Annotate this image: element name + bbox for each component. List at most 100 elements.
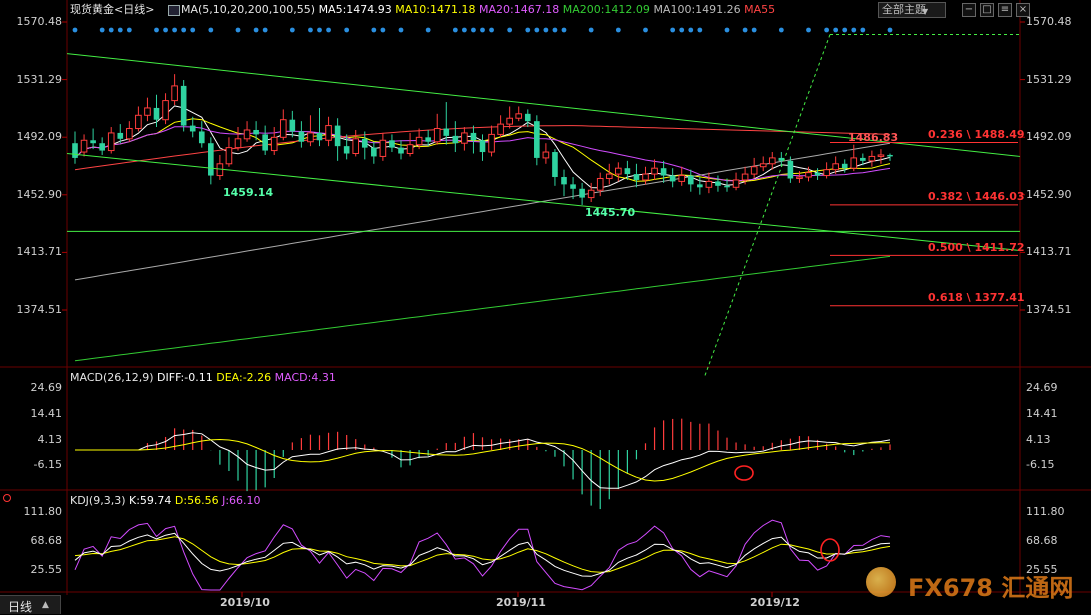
price-tick-right: 1570.48 bbox=[1026, 15, 1072, 28]
candle-body-down bbox=[343, 146, 350, 154]
signal-dot bbox=[824, 27, 830, 33]
candle-body-down bbox=[814, 172, 821, 176]
candle-body-up bbox=[642, 173, 649, 181]
candle-body-up bbox=[651, 167, 658, 175]
candle-body-up bbox=[750, 166, 758, 175]
candle-body-up bbox=[596, 177, 604, 191]
price-tick-left: 1452.90 bbox=[16, 187, 63, 201]
candle-body-down bbox=[90, 140, 96, 144]
x-axis-label: 2019/10 bbox=[220, 596, 270, 609]
signal-dot bbox=[289, 27, 295, 33]
candle-body-down bbox=[470, 132, 477, 141]
signal-dot bbox=[471, 27, 476, 33]
candle-body-down bbox=[389, 140, 395, 148]
candle-body-down bbox=[524, 113, 531, 122]
price-tick-left: 1413.71 bbox=[16, 245, 63, 259]
signal-dot bbox=[371, 27, 377, 33]
candle-body-up bbox=[877, 154, 885, 157]
signal-dot bbox=[552, 27, 558, 33]
signal-dot bbox=[480, 27, 485, 33]
candle-body-up bbox=[107, 132, 115, 152]
macd-dea: DEA:-2.26 bbox=[216, 371, 272, 384]
candle-body-up bbox=[80, 139, 88, 153]
signal-dot bbox=[117, 27, 123, 33]
macd-tick-right: 14.41 bbox=[1026, 406, 1058, 420]
candle-body-up bbox=[759, 163, 767, 168]
candle-body-down bbox=[72, 143, 78, 158]
candle-body-up bbox=[225, 147, 233, 165]
candle-body-down bbox=[99, 143, 105, 151]
candle-body-up bbox=[868, 155, 876, 162]
candle-body-down bbox=[334, 125, 341, 147]
candle-body-down bbox=[561, 177, 567, 185]
fib-label-0500: 0.500 \ 1411.72 bbox=[928, 241, 1025, 254]
candle-body-up bbox=[587, 189, 595, 199]
signal-dot bbox=[253, 27, 259, 33]
maximize-icon[interactable]: □ bbox=[980, 3, 994, 17]
candle-body-down bbox=[153, 107, 160, 120]
price-tick-right: 1374.51 bbox=[1026, 303, 1072, 316]
macd-value: MACD:4.31 bbox=[274, 371, 336, 384]
signal-dot bbox=[72, 27, 78, 33]
candle-body-down bbox=[262, 134, 268, 151]
candle-body-down bbox=[624, 168, 631, 175]
signal-dot bbox=[561, 27, 567, 33]
candle-body-down bbox=[361, 138, 368, 148]
candle-body-up bbox=[542, 151, 550, 159]
candle-body-down bbox=[117, 132, 124, 139]
signal-dot bbox=[308, 27, 313, 33]
candle-body-down bbox=[660, 168, 667, 176]
price-tick-right: 1452.90 bbox=[1026, 187, 1072, 201]
candle-body-down bbox=[669, 175, 676, 182]
signal-dot bbox=[534, 27, 540, 33]
candle-body-up bbox=[144, 107, 151, 116]
settings-icon[interactable]: ≡ bbox=[998, 3, 1012, 17]
macd-tick-right: 24.69 bbox=[1026, 381, 1058, 395]
signal-dot bbox=[697, 27, 703, 33]
candle-body-up bbox=[307, 132, 314, 143]
candle-body-down bbox=[534, 121, 540, 158]
period-label[interactable]: <日线> bbox=[114, 3, 154, 16]
chevron-down-icon[interactable]: ▼ bbox=[922, 7, 928, 16]
pane-marker-icon[interactable] bbox=[3, 494, 11, 502]
instrument-title: 现货黄金 bbox=[70, 3, 114, 16]
kdj-tick-left: 111.80 bbox=[23, 504, 63, 518]
signal-dot bbox=[724, 27, 730, 33]
candle-body-down bbox=[371, 147, 377, 157]
candle-body-down bbox=[425, 137, 431, 142]
ma100-line bbox=[74, 142, 891, 281]
candle-body-down bbox=[298, 131, 305, 142]
indicator-icon[interactable] bbox=[168, 5, 180, 16]
signal-dot bbox=[398, 27, 404, 33]
macd-diff: DIFF:-0.11 bbox=[157, 371, 213, 384]
kdj-tick-right: 68.68 bbox=[1026, 533, 1058, 547]
price-tick-left: 1492.09 bbox=[16, 130, 63, 144]
macd-tick-left: 14.41 bbox=[30, 406, 63, 420]
candle-body-up bbox=[506, 117, 513, 125]
kdj-k-line bbox=[74, 532, 891, 577]
candle-body-down bbox=[208, 143, 214, 176]
signal-dot bbox=[208, 27, 214, 33]
candle-body-up bbox=[234, 138, 242, 149]
macd-tick-right: 4.13 bbox=[1026, 432, 1051, 446]
ma55-value: MA55 bbox=[744, 3, 776, 16]
theme-dropdown-button[interactable]: 全部主题 bbox=[878, 2, 946, 18]
period-tab[interactable]: 日线 ▲ bbox=[0, 595, 61, 614]
ma100-value: MA100:1491.26 bbox=[653, 3, 741, 16]
candle-body-up bbox=[243, 129, 251, 140]
signal-dot bbox=[425, 27, 431, 33]
caret-up-icon: ▲ bbox=[42, 600, 49, 610]
chart-canvas[interactable] bbox=[0, 0, 1091, 614]
candle-body-down bbox=[479, 140, 486, 153]
price-tick-left: 1531.29 bbox=[16, 72, 63, 86]
macd-tick-left: -6.15 bbox=[33, 458, 62, 472]
signal-dot bbox=[851, 27, 857, 33]
candle-body-up bbox=[415, 136, 423, 146]
candle-body-down bbox=[189, 125, 196, 132]
price-tick-right: 1531.29 bbox=[1026, 72, 1072, 86]
signal-dot bbox=[842, 27, 848, 33]
signal-dot bbox=[543, 27, 549, 33]
candle-body-down bbox=[697, 184, 703, 188]
minimize-icon[interactable]: − bbox=[962, 3, 976, 17]
candle-body-up bbox=[823, 169, 830, 177]
